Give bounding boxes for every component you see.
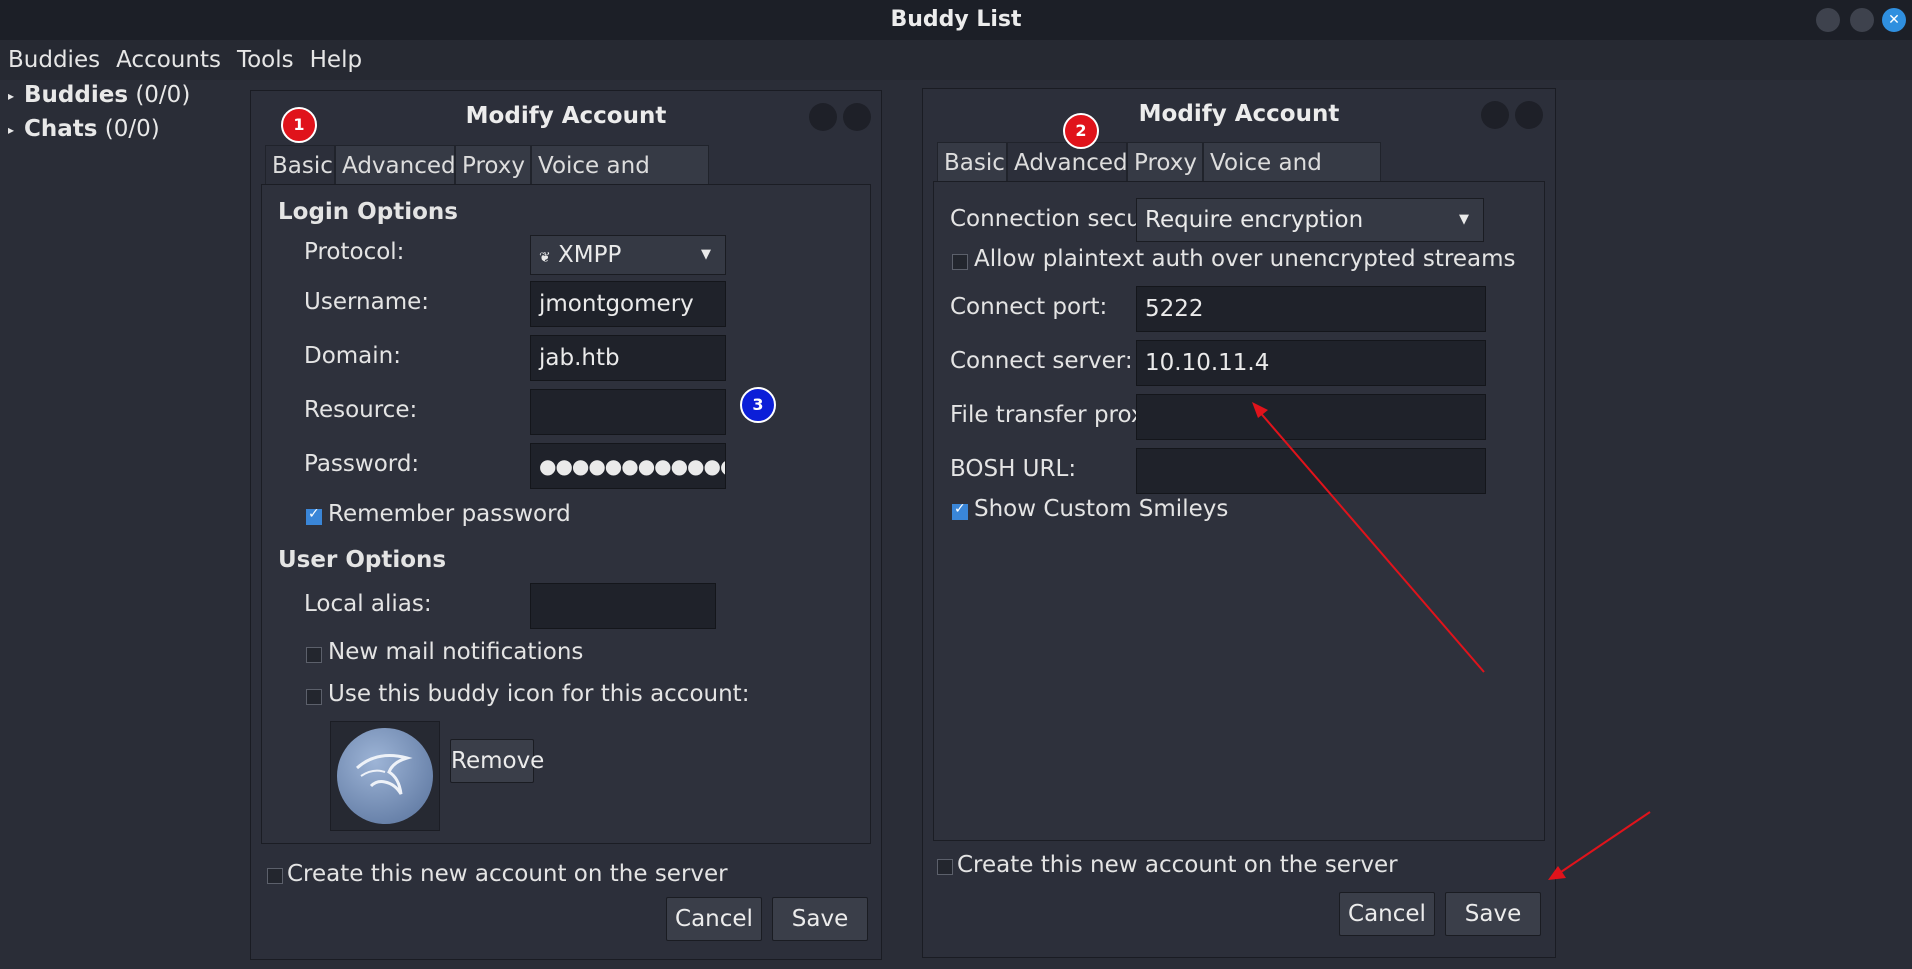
modify-account-dialog-basic: Modify Account Basic Advanced Proxy Voic… xyxy=(250,90,882,960)
tree-group-label: Buddies xyxy=(24,82,129,108)
create-account-label: Create this new account on the server xyxy=(957,852,1398,878)
connect-server-label: Connect server: xyxy=(950,348,1133,374)
save-button[interactable]: Save xyxy=(772,897,868,941)
tab-proxy[interactable]: Proxy xyxy=(1127,142,1203,182)
dialog-close-button[interactable] xyxy=(843,103,871,131)
custom-smileys-label: Show Custom Smileys xyxy=(974,496,1229,522)
save-button[interactable]: Save xyxy=(1445,892,1541,936)
remove-icon-button[interactable]: Remove xyxy=(450,739,544,783)
dialog-minimize-button[interactable] xyxy=(809,103,837,131)
remember-password-checkbox[interactable] xyxy=(306,506,322,525)
connect-port-field[interactable]: 5222 xyxy=(1136,286,1486,332)
xmpp-icon: ❦ xyxy=(539,250,551,266)
window-title: Buddy List xyxy=(890,7,1022,32)
arrow-to-save-button xyxy=(1557,811,1651,875)
close-icon: ✕ xyxy=(1888,12,1900,28)
tab-basic[interactable]: Basic xyxy=(937,142,1007,182)
tree-group-count: (0/0) xyxy=(104,116,160,142)
tree-group-label: Chats xyxy=(24,116,98,142)
kali-dragon-icon xyxy=(355,754,413,795)
password-label: Password: xyxy=(304,451,420,477)
file-transfer-proxies-field[interactable] xyxy=(1136,394,1486,440)
tab-proxy[interactable]: Proxy xyxy=(455,145,531,185)
dialog-title: Modify Account xyxy=(1138,101,1340,127)
annotation-badge-2: 2 xyxy=(1063,113,1099,149)
local-alias-label: Local alias: xyxy=(304,591,432,617)
close-window-button[interactable]: ✕ xyxy=(1882,8,1906,32)
buddy-icon-label: Use this buddy icon for this account: xyxy=(328,681,750,707)
tree-group-chats[interactable]: ▸ Chats (0/0) xyxy=(8,116,160,142)
new-mail-label: New mail notifications xyxy=(328,639,584,665)
tree-group-buddies[interactable]: ▸ Buddies (0/0) xyxy=(8,82,190,108)
menu-buddies[interactable]: Buddies xyxy=(0,40,108,80)
new-mail-checkbox[interactable] xyxy=(306,647,322,663)
username-label: Username: xyxy=(304,289,429,315)
domain-label: Domain: xyxy=(304,343,401,369)
chevron-down-icon: ▼ xyxy=(701,247,711,262)
plaintext-auth-checkbox[interactable] xyxy=(952,254,968,270)
buddy-icon-checkbox[interactable] xyxy=(306,689,322,705)
local-alias-field[interactable] xyxy=(530,583,716,629)
plaintext-auth-label: Allow plaintext auth over unencrypted st… xyxy=(974,246,1516,272)
buddy-icon-box[interactable] xyxy=(330,721,440,831)
domain-field[interactable]: jab.htb xyxy=(530,335,726,381)
protocol-label: Protocol: xyxy=(304,239,405,265)
title-bar: Buddy List ✕ xyxy=(0,0,1912,40)
create-account-checkbox[interactable] xyxy=(937,859,953,875)
modify-account-dialog-advanced: Modify Account Basic Advanced Proxy Voic… xyxy=(922,88,1556,958)
connect-port-label: Connect port: xyxy=(950,294,1108,320)
protocol-select[interactable]: ❦ XMPP ▼ xyxy=(530,235,726,275)
basic-panel: Login Options Protocol: ❦ XMPP ▼ Usernam… xyxy=(261,184,871,844)
annotation-badge-3: 3 xyxy=(740,387,776,423)
menu-accounts[interactable]: Accounts xyxy=(108,40,229,80)
connection-security-value: Require encryption xyxy=(1145,207,1364,233)
advanced-panel: Connection security: Require encryption … xyxy=(933,181,1545,841)
cancel-button[interactable]: Cancel xyxy=(666,897,762,941)
avatar xyxy=(337,728,433,824)
expander-icon[interactable]: ▸ xyxy=(8,89,24,103)
menu-bar: Buddies Accounts Tools Help xyxy=(0,40,1912,80)
tab-advanced[interactable]: Advanced xyxy=(335,145,456,185)
bosh-url-field[interactable] xyxy=(1136,448,1486,494)
password-field[interactable]: ●●●●●●●●●●●● xyxy=(530,443,726,489)
tab-voice-video[interactable]: Voice and Video xyxy=(1203,142,1381,216)
resource-label: Resource: xyxy=(304,397,418,423)
resource-field[interactable] xyxy=(530,389,726,435)
create-account-label: Create this new account on the server xyxy=(287,861,728,887)
dialog-title: Modify Account xyxy=(465,103,667,129)
connection-security-select[interactable]: Require encryption ▼ xyxy=(1136,198,1484,242)
login-options-heading: Login Options xyxy=(278,199,458,225)
protocol-value: XMPP xyxy=(558,242,622,268)
connect-server-field[interactable]: 10.10.11.4 xyxy=(1136,340,1486,386)
dialog-close-button[interactable] xyxy=(1515,101,1543,129)
create-account-checkbox[interactable] xyxy=(267,868,283,884)
remember-password-label: Remember password xyxy=(328,501,571,527)
menu-tools[interactable]: Tools xyxy=(229,40,302,80)
user-options-heading: User Options xyxy=(278,547,447,573)
menu-help[interactable]: Help xyxy=(302,40,370,80)
dialog-minimize-button[interactable] xyxy=(1481,101,1509,129)
tree-group-count: (0/0) xyxy=(135,82,191,108)
tab-advanced[interactable]: Advanced xyxy=(1007,142,1128,182)
custom-smileys-checkbox[interactable] xyxy=(952,501,968,520)
cancel-button[interactable]: Cancel xyxy=(1339,892,1435,936)
chevron-down-icon: ▼ xyxy=(1459,212,1469,227)
expander-icon[interactable]: ▸ xyxy=(8,123,24,137)
minimize-button[interactable] xyxy=(1816,8,1840,32)
tab-basic[interactable]: Basic xyxy=(265,145,335,185)
bosh-url-label: BOSH URL: xyxy=(950,456,1077,482)
maximize-button[interactable] xyxy=(1850,8,1874,32)
annotation-badge-1: 1 xyxy=(281,107,317,143)
username-field[interactable]: jmontgomery xyxy=(530,281,726,327)
tab-voice-video[interactable]: Voice and Video xyxy=(531,145,709,219)
